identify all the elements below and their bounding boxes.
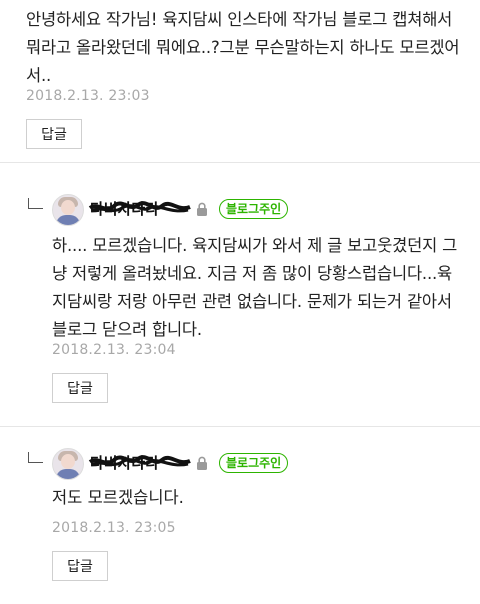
redaction-scribble xyxy=(88,455,191,467)
reply-arrow-icon xyxy=(28,452,43,463)
reply-button[interactable]: 답글 xyxy=(52,551,108,581)
comment-date: 2018.2.13. 23:03 xyxy=(26,88,150,104)
reply-date: 2018.2.13. 23:04 xyxy=(52,342,176,358)
comment-item: 안녕하세요 작가님! 육지담씨 인스타에 작가님 블로그 캡쳐해서 뭐라고 올라… xyxy=(0,0,480,163)
reply-text: 저도 모르겠습니다. xyxy=(52,488,184,507)
reply-arrow-icon xyxy=(28,198,43,209)
avatar[interactable] xyxy=(52,448,84,480)
reply-item: 다비자다라 블로그주인 하.... 모르겠습니다. 육지담씨가 와서 제 글 보… xyxy=(0,176,480,427)
redaction-scribble xyxy=(88,201,191,213)
lock-icon xyxy=(197,202,207,216)
owner-badge: 블로그주인 xyxy=(219,453,289,473)
lock-icon xyxy=(197,456,207,470)
avatar[interactable] xyxy=(52,194,84,226)
reply-text: 하.... 모르겠습니다. 육지담씨가 와서 제 글 보고웃겼던지 그냥 저렇게… xyxy=(52,236,458,339)
comment-text: 안녕하세요 작가님! 육지담씨 인스타에 작가님 블로그 캡쳐해서 뭐라고 올라… xyxy=(26,10,460,85)
reply-button[interactable]: 답글 xyxy=(26,119,82,149)
owner-badge: 블로그주인 xyxy=(219,199,289,219)
reply-button[interactable]: 답글 xyxy=(52,373,108,403)
reply-date: 2018.2.13. 23:05 xyxy=(52,520,176,536)
reply-item: 다비자다라 블로그주인 저도 모르겠습니다. 2018.2.13. 23:05 … xyxy=(0,440,480,604)
